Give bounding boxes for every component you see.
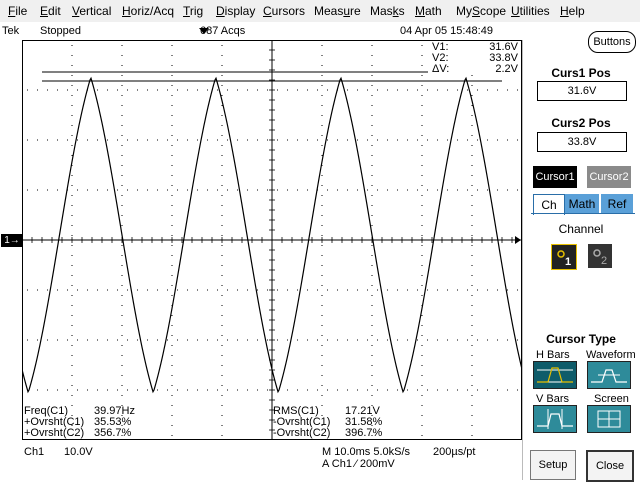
probe-icon: 2 [593,249,607,267]
cursor2-position-field[interactable]: 33.8V [537,132,627,152]
measurements-left: Freq(C1) 39.97Hz +Ovrsht(C1) 35.53% +Ovrsh… [24,406,224,439]
menu-item-mnemonic: T [183,4,190,18]
channel1-source-button[interactable]: 1 [551,244,577,270]
channel2-source-button[interactable]: 2 [588,244,612,268]
menu-item-text: re [350,4,361,18]
tab-math[interactable]: Math [565,194,599,214]
menu-item[interactable]: Horiz/Acq [122,4,174,18]
menu-item[interactable]: Utilities [511,4,550,18]
cursor-type-title: Cursor Type [546,332,616,346]
panel-divider [522,40,523,480]
menu-item-text: ath [425,4,442,18]
screen-cursor-button[interactable] [587,405,631,433]
tab-ch[interactable]: Ch [533,194,565,215]
menu-item-text: rig [189,4,204,18]
menu-item-text: ursors [271,4,306,18]
menu-item-mnemonic: S [472,4,481,18]
channel2-number: 2 [601,255,607,267]
cursor-readout: V1: 31.6V V2: 33.8V ΔV: 2.2V [428,42,520,75]
status-line: Tek Stopped 687 Acqs 04 Apr 05 15:48:49 [0,24,520,38]
waveform-cursor-icon [591,369,627,383]
vbars-icon [537,409,573,429]
measurement-value: 396.7% [345,427,383,439]
menu-item-text: isplay [224,4,256,18]
probe-icon: 1 [557,250,571,268]
hbars-button[interactable] [533,361,577,389]
channel1-scale[interactable]: 10.0V [64,446,93,458]
channel1-label[interactable]: Ch1 [24,446,44,458]
menu-item-mnemonic: H [122,4,131,18]
channel1-ground-marker[interactable]: 1→ [1,234,23,247]
menu-item-mnemonic: E [40,4,49,18]
screen-label: Screen [594,393,629,405]
trigger-position-icon [199,28,209,34]
tab-ref[interactable]: Ref [601,194,633,214]
cursor1-position-field[interactable]: 31.6V [537,81,627,101]
menu-item-text: Meas [314,4,344,18]
menu-item-text: My [456,4,472,18]
waveform-display[interactable] [22,40,522,440]
menu-item[interactable]: Measure [314,4,361,18]
measurements-right: RMS(C1) 17.21V -Ovrsht(C1) 31.58% -Ovrsht(… [273,406,473,439]
buttons-toggle-button[interactable]: Buttons [588,31,636,53]
close-button[interactable]: Close [586,450,634,482]
menu-item[interactable]: Edit [40,4,61,18]
tab-underline [531,213,635,214]
menu-item[interactable]: Help [560,4,585,18]
menu-item[interactable]: Trig [183,4,203,18]
waveform-cursor-button[interactable] [587,361,631,389]
menu-item-mnemonic: U [511,4,520,18]
measurement-value: 356.7% [94,427,132,439]
menu-item-mnemonic: M [415,4,425,18]
menu-item[interactable]: Cursors [263,4,305,18]
menu-item-text: ile [15,4,28,18]
menu-item-text: Mas [370,4,393,18]
menu-item-text: elp [568,4,585,18]
cursor1-position-title: Curs1 Pos [551,66,611,80]
cursor1-button[interactable]: Cursor1 [533,166,577,188]
setup-button[interactable]: Setup [530,450,576,480]
menu-item-mnemonic: C [263,4,272,18]
menu-item[interactable]: Display [216,4,255,18]
menu-item[interactable]: Masks [370,4,405,18]
menu-item[interactable]: Vertical [72,4,111,18]
timebase-readout[interactable]: M 10.0ms 5.0kS/s [322,446,410,458]
menu-item-text: dit [48,4,61,18]
menu-item[interactable]: File [8,4,27,18]
menu-item-text: ertical [79,4,112,18]
menu-item-text: s [398,4,405,18]
hbars-label: H Bars [536,349,570,361]
delta-v-value: 2.2V [495,63,518,75]
vbars-button[interactable] [533,405,577,433]
cursor2-position-title: Curs2 Pos [551,116,611,130]
screen-cursor-icon [597,410,621,428]
resolution-readout: 200µs/pt [433,446,476,458]
trigger-readout[interactable]: A Ch1 ⁄ 200mV [322,458,395,470]
menu-item-text: oriz/Acq [130,4,175,18]
waveform-label: Waveform [586,349,636,361]
cursor2-button[interactable]: Cursor2 [587,166,631,188]
menu-item-mnemonic: H [560,4,569,18]
menu-item-text: tilities [519,4,550,18]
delta-v-label: ΔV: [432,63,450,75]
date-time: 04 Apr 05 15:48:49 [400,25,493,37]
brand-label: Tek [2,25,20,37]
menu-item[interactable]: Math [415,4,442,18]
channel-label: Channel [558,222,604,236]
menu-item-text: cope [480,4,507,18]
menu-item[interactable]: MyScope [456,4,506,18]
menu-bar: File Edit Vertical Horiz/Acq Trig Display Curs… [0,0,640,22]
menu-item-mnemonic: D [216,4,225,18]
vbars-label: V Bars [536,393,570,405]
measurement-label: -Ovrsht(C2) [273,427,331,439]
measurement-label: +Ovrsht(C2) [24,427,85,439]
acquisition-state: Stopped [40,25,81,37]
hbars-icon [537,367,573,383]
channel1-number: 1 [565,256,571,268]
